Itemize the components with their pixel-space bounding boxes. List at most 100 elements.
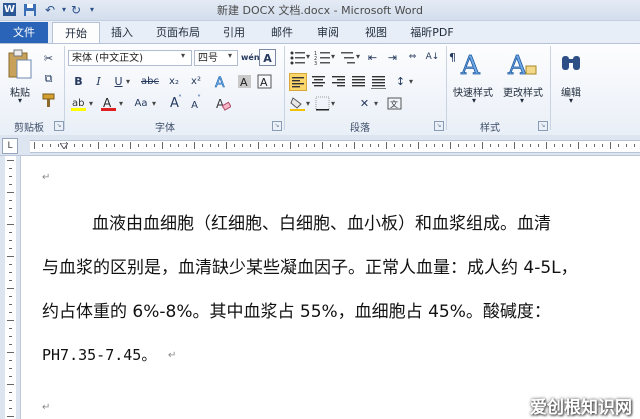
vertical-ruler-tick — [9, 344, 12, 345]
character-shading-icon[interactable]: A — [236, 73, 253, 90]
font-color-dropdown-icon[interactable]: ▾ — [119, 99, 123, 108]
borders-dropdown-icon[interactable]: ▾ — [331, 99, 335, 108]
tab-foxit-pdf[interactable]: 福昕PDF — [404, 22, 460, 43]
change-styles-icon[interactable]: A — [506, 48, 538, 81]
quick-styles-icon[interactable]: A — [458, 48, 488, 82]
tab-view[interactable]: 视图 — [356, 22, 396, 43]
ruler-tick — [250, 144, 251, 147]
justify-icon[interactable] — [350, 73, 367, 90]
multilevel-dropdown-icon[interactable]: ▾ — [356, 52, 360, 61]
asian-layout-icon[interactable]: 文 — [386, 95, 403, 112]
character-scaling-dropdown-icon[interactable]: ▾ — [374, 99, 378, 108]
borders-icon[interactable] — [314, 95, 331, 112]
font-color-icon[interactable]: A — [100, 95, 117, 112]
vertical-ruler-tick — [9, 248, 12, 249]
clipboard-launcher-icon[interactable]: ↘ — [54, 121, 64, 131]
ruler-tick — [506, 144, 507, 147]
ruler-tick — [402, 144, 403, 147]
align-center-icon[interactable] — [310, 73, 327, 90]
bold-button[interactable]: B — [70, 73, 87, 90]
text-effects-icon[interactable]: A — [212, 73, 229, 92]
decrease-indent-icon[interactable]: ⇤ — [364, 49, 381, 66]
font-size-dropdown-icon[interactable]: ▾ — [228, 51, 232, 60]
numbering-icon[interactable]: 123 — [314, 49, 331, 67]
strikethrough-button[interactable]: abc — [138, 73, 162, 90]
tab-home[interactable]: 开始 — [52, 22, 100, 44]
ruler-tick — [538, 144, 539, 147]
format-painter-icon[interactable] — [40, 92, 57, 109]
shading-dropdown-icon[interactable]: ▾ — [306, 99, 310, 108]
font-name-dropdown-icon[interactable]: ▾ — [181, 51, 185, 60]
document-line[interactable]: 约占体重的 6%-8%。其中血浆占 55%，血细胞占 45%。酸碱度： — [42, 297, 551, 322]
editing-dropdown-icon[interactable]: ▾ — [563, 96, 579, 105]
change-styles-dropdown-icon[interactable]: ▾ — [514, 96, 530, 105]
ruler-tick — [514, 142, 515, 149]
paragraph-launcher-icon[interactable]: ↘ — [434, 121, 444, 131]
font-launcher-icon[interactable]: ↘ — [272, 121, 282, 131]
ruler-tick — [202, 144, 203, 147]
document-line[interactable]: PH7.35-7.45。 — [42, 344, 156, 365]
align-left-icon[interactable] — [289, 73, 307, 91]
shading-icon[interactable] — [289, 95, 306, 112]
document-line[interactable]: 与血浆的区别是，血清缺少某些凝血因子。正常人血量：成人约 4-5L， — [42, 253, 578, 278]
font-name-combo[interactable]: 宋体 (中文正文) — [68, 50, 192, 66]
italic-button[interactable]: I — [90, 73, 107, 90]
find-binoculars-icon[interactable] — [560, 50, 582, 76]
tab-file[interactable]: 文件 — [0, 22, 48, 43]
cut-icon[interactable]: ✂ — [40, 50, 57, 67]
tab-insert[interactable]: 插入 — [102, 22, 142, 43]
ruler-tick — [322, 142, 323, 149]
bullets-dropdown-icon[interactable]: ▾ — [306, 52, 310, 61]
align-right-icon[interactable] — [330, 73, 347, 90]
character-scaling-icon[interactable]: ✕ — [356, 95, 373, 112]
group-separator — [284, 46, 285, 130]
vertical-ruler-tick — [7, 224, 14, 225]
copy-icon[interactable]: ⧉ — [40, 70, 57, 87]
increase-indent-icon[interactable]: ⇥ — [384, 49, 401, 66]
grow-font-arrow-icon: ˄ — [178, 94, 182, 103]
chinese-layout-icon[interactable]: ⇔ — [404, 49, 421, 66]
ruler-tick — [530, 144, 531, 147]
superscript-button[interactable]: x² — [186, 73, 206, 90]
tab-mailings[interactable]: 邮件 — [262, 22, 302, 43]
sort-icon[interactable]: A↓ — [424, 49, 441, 66]
ruler-tick — [122, 144, 123, 147]
ruler-tick — [442, 144, 443, 147]
highlight-dropdown-icon[interactable]: ▾ — [89, 99, 93, 108]
distributed-icon[interactable] — [370, 73, 387, 90]
paste-icon[interactable] — [6, 48, 34, 82]
highlight-color-icon[interactable]: ab — [70, 95, 87, 112]
paragraph-mark: ↵ — [168, 350, 177, 361]
ruler-tick — [578, 142, 579, 149]
multilevel-list-icon[interactable] — [339, 49, 356, 66]
document-page[interactable] — [21, 156, 640, 419]
first-line-indent-marker[interactable] — [59, 134, 69, 150]
quick-styles-dropdown-icon[interactable]: ▾ — [466, 96, 482, 105]
phonetic-guide-icon[interactable]: wén — [241, 49, 260, 66]
ruler-tick — [418, 142, 419, 149]
paste-dropdown-icon[interactable]: ▾ — [12, 96, 28, 105]
ruler-tick — [602, 144, 603, 147]
ruler-tick — [466, 144, 467, 147]
change-case-dropdown-icon[interactable]: ▾ — [152, 99, 156, 108]
ruler-tick — [34, 142, 35, 149]
tab-references[interactable]: 引用 — [214, 22, 254, 43]
tab-page-layout[interactable]: 页面布局 — [150, 22, 206, 43]
clear-formatting-icon[interactable]: A — [214, 95, 232, 112]
tab-selector-icon[interactable]: L — [2, 138, 18, 154]
vertical-ruler-tick — [9, 264, 12, 265]
numbering-dropdown-icon[interactable]: ▾ — [331, 52, 335, 61]
character-border-icon[interactable]: A — [256, 73, 273, 90]
tab-review[interactable]: 审阅 — [308, 22, 348, 43]
line-spacing-dropdown-icon[interactable]: ▾ — [409, 77, 413, 86]
enclose-character-icon[interactable]: A — [259, 49, 276, 66]
underline-button[interactable]: U — [110, 73, 127, 90]
svg-text:A: A — [507, 51, 528, 80]
styles-launcher-icon[interactable]: ↘ — [538, 121, 548, 131]
subscript-button[interactable]: x₂ — [164, 73, 184, 90]
bullets-icon[interactable] — [289, 49, 306, 66]
change-case-button[interactable]: Aa — [130, 95, 152, 112]
underline-dropdown-icon[interactable]: ▾ — [126, 77, 130, 86]
document-line[interactable]: 血液由血细胞（红细胞、白细胞、血小板）和血浆组成。血清 — [92, 209, 551, 234]
line-spacing-icon[interactable]: ↕ — [392, 73, 409, 90]
